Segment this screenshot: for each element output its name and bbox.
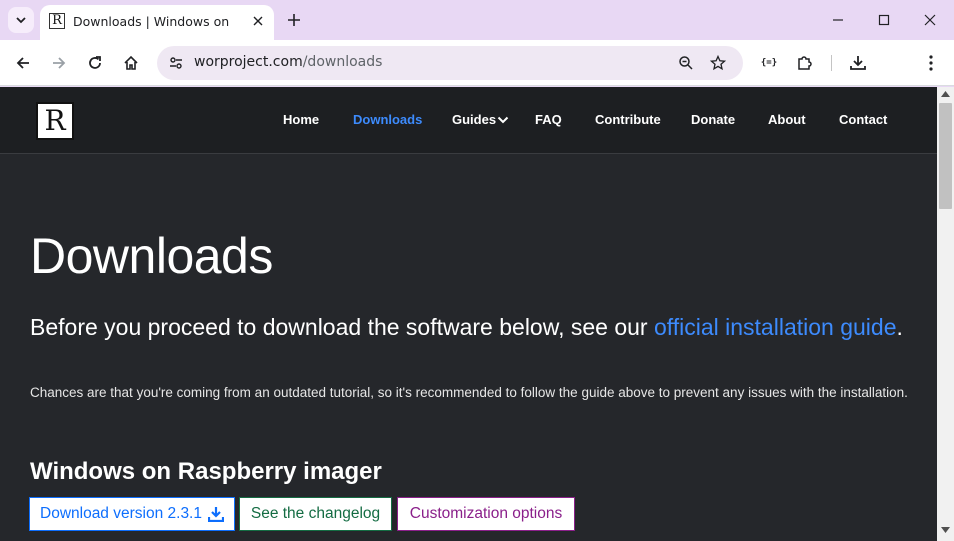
close-icon bbox=[924, 14, 936, 26]
site-navbar: R Home Downloads Guides FAQ Contribute D… bbox=[0, 87, 937, 154]
site-favicon-icon: R bbox=[49, 13, 65, 29]
forward-button[interactable] bbox=[45, 49, 73, 77]
url-text: worproject.com/downloads bbox=[194, 54, 382, 70]
section-title: Windows on Raspberry imager bbox=[30, 458, 382, 485]
customization-button[interactable]: Customization options bbox=[397, 497, 575, 531]
minimize-button[interactable] bbox=[815, 4, 861, 36]
zoom-button[interactable] bbox=[673, 50, 699, 76]
tab-strip: R Downloads | Windows on R bbox=[0, 0, 954, 40]
nav-about[interactable]: About bbox=[768, 112, 806, 127]
tune-icon bbox=[170, 57, 182, 69]
browser-menu-button[interactable] bbox=[917, 49, 945, 77]
download-button[interactable]: Download version 2.3.1 bbox=[29, 497, 235, 531]
extension-button[interactable]: {=} bbox=[755, 49, 783, 77]
arrow-left-icon bbox=[16, 57, 29, 69]
lead-prefix: Before you proceed to download the softw… bbox=[30, 314, 654, 340]
close-icon bbox=[253, 16, 263, 26]
zoom-out-icon bbox=[679, 56, 693, 70]
back-button[interactable] bbox=[9, 49, 37, 77]
scroll-up-arrow-icon[interactable] bbox=[941, 91, 950, 97]
maximize-button[interactable] bbox=[861, 4, 907, 36]
close-window-button[interactable] bbox=[907, 4, 953, 36]
logo-letter: R bbox=[44, 104, 66, 137]
nav-guides[interactable]: Guides bbox=[452, 112, 496, 127]
nav-home[interactable]: Home bbox=[283, 112, 319, 127]
chevron-down-icon[interactable] bbox=[497, 115, 509, 125]
installation-guide-link[interactable]: official installation guide bbox=[654, 314, 897, 340]
url-path: /downloads bbox=[302, 54, 383, 70]
nav-donate[interactable]: Donate bbox=[691, 112, 735, 127]
star-icon bbox=[710, 55, 726, 71]
home-icon bbox=[124, 55, 138, 70]
tab-title: Downloads | Windows on R bbox=[73, 14, 233, 29]
browser-toolbar: worproject.com/downloads {=} bbox=[0, 40, 954, 86]
downloads-button[interactable] bbox=[844, 49, 872, 77]
bookmark-button[interactable] bbox=[705, 50, 731, 76]
vertical-scrollbar[interactable] bbox=[937, 87, 954, 541]
lead-text: Before you proceed to download the softw… bbox=[30, 313, 910, 342]
extensions-menu-button[interactable] bbox=[791, 49, 819, 77]
scrollbar-thumb[interactable] bbox=[939, 103, 952, 209]
more-vertical-icon bbox=[929, 55, 933, 71]
puzzle-icon bbox=[798, 56, 812, 70]
page-title: Downloads bbox=[30, 228, 273, 284]
lead-suffix: . bbox=[896, 314, 903, 340]
nav-contribute[interactable]: Contribute bbox=[595, 112, 661, 127]
url-domain: worproject.com bbox=[194, 54, 303, 70]
tab-close-button[interactable] bbox=[248, 11, 268, 31]
nav-downloads[interactable]: Downloads bbox=[353, 112, 422, 127]
notice-paragraph: Chances are that you're coming from an o… bbox=[30, 385, 908, 400]
changelog-button[interactable]: See the changelog bbox=[239, 497, 392, 531]
site-logo[interactable]: R bbox=[36, 102, 74, 140]
arrow-right-icon bbox=[53, 57, 66, 69]
reload-icon bbox=[89, 56, 101, 69]
download-button-label: Download version 2.3.1 bbox=[40, 505, 202, 522]
download-icon bbox=[208, 507, 224, 522]
tab-search-button[interactable] bbox=[8, 7, 34, 33]
download-icon bbox=[850, 56, 866, 70]
nav-contact[interactable]: Contact bbox=[839, 112, 887, 127]
site-info-button[interactable] bbox=[163, 50, 189, 76]
page-viewport: R Home Downloads Guides FAQ Contribute D… bbox=[0, 87, 937, 541]
chevron-down-icon bbox=[16, 17, 26, 24]
maximize-icon bbox=[878, 14, 890, 26]
home-button[interactable] bbox=[117, 49, 145, 77]
reload-button[interactable] bbox=[81, 49, 109, 77]
scroll-down-arrow-icon[interactable] bbox=[941, 527, 950, 533]
nav-faq[interactable]: FAQ bbox=[535, 112, 562, 127]
address-bar[interactable]: worproject.com/downloads bbox=[157, 46, 743, 80]
toolbar-separator bbox=[831, 55, 832, 71]
new-tab-button[interactable] bbox=[282, 8, 306, 32]
plus-icon bbox=[288, 14, 300, 26]
minimize-icon bbox=[833, 19, 843, 21]
browser-tab[interactable]: R Downloads | Windows on R bbox=[40, 5, 274, 40]
